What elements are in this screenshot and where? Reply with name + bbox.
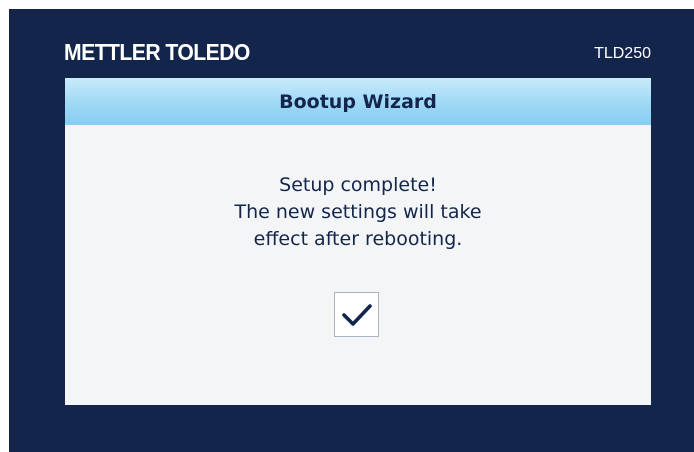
bootup-wizard-dialog: Bootup Wizard Setup complete! The new se…	[65, 78, 651, 405]
checkmark-icon	[341, 303, 372, 326]
message-line: Setup complete!	[279, 174, 437, 196]
model-label: TLD250	[594, 45, 651, 62]
dialog-header: Bootup Wizard	[65, 78, 651, 125]
message-line: The new settings will take	[234, 201, 482, 223]
message-line: effect after rebooting.	[253, 228, 463, 250]
dialog-title: Bootup Wizard	[279, 90, 437, 113]
device-screen: METTLER TOLEDO TLD250 Bootup Wizard Setu…	[9, 9, 694, 452]
dialog-message: Setup complete! The new settings will ta…	[65, 172, 651, 253]
brand-logo: METTLER TOLEDO	[64, 39, 250, 65]
confirm-button[interactable]	[334, 292, 379, 337]
